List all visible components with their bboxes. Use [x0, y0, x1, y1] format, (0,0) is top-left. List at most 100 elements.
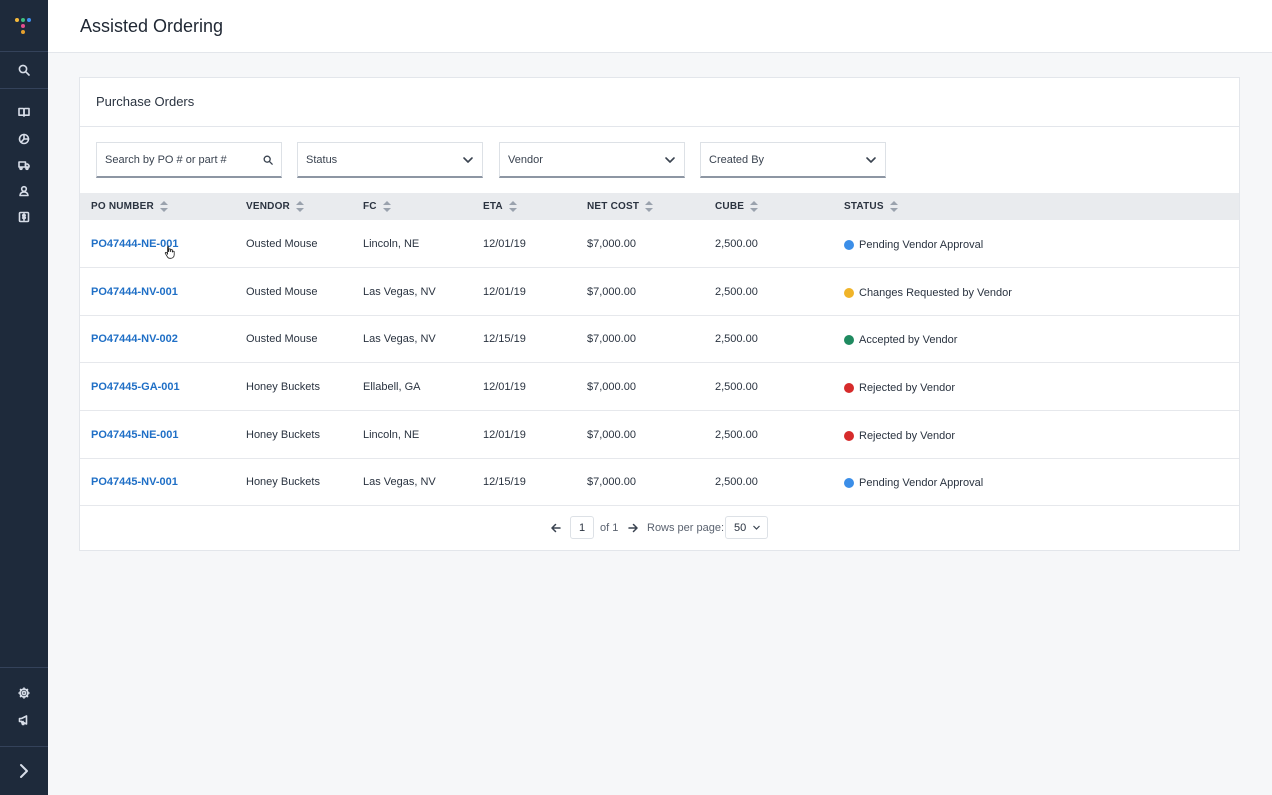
table-row[interactable]: PO47444-NV-001 Ousted Mouse Las Vegas, N… — [80, 268, 1239, 316]
status-cell: Pending Vendor Approval — [844, 221, 983, 268]
table-row[interactable]: PO47445-NE-001 Honey Buckets Lincoln, NE… — [80, 411, 1239, 459]
status-label: Rejected by Vendor — [859, 429, 956, 442]
created-by-filter-label: Created By — [709, 153, 765, 166]
status-cell: Accepted by Vendor — [844, 316, 957, 363]
logo-dot — [21, 29, 25, 34]
column-header-label: CUBE — [715, 201, 745, 212]
rows-per-page-value: 50 — [734, 521, 747, 534]
status-cell: Rejected by Vendor — [844, 364, 955, 411]
app-logo[interactable] — [0, 0, 48, 52]
column-header-label: PO NUMBER — [91, 201, 154, 212]
logo-dot — [15, 17, 19, 22]
logo-icon — [15, 17, 33, 35]
sort-icon — [889, 201, 898, 212]
status-label: Pending Vendor Approval — [859, 238, 984, 251]
sidebar-divider — [0, 746, 48, 747]
sort-icon — [645, 201, 654, 212]
sidebar-item-analytics[interactable] — [0, 126, 48, 152]
column-header-label: NET COST — [587, 201, 640, 212]
gear-icon — [18, 687, 30, 699]
logo-dot — [21, 23, 25, 28]
top-bar: Assisted Ordering — [48, 0, 1272, 53]
eta-cell: 12/01/19 — [483, 285, 526, 298]
vendor-filter-select[interactable]: Vendor — [499, 142, 685, 178]
chevron-right-icon — [20, 764, 28, 778]
po-number-link[interactable]: PO47444-NV-002 — [91, 333, 178, 345]
sidebar-item-catalog[interactable] — [0, 99, 48, 125]
rows-per-page-label: Rows per page: — [647, 522, 725, 534]
purchase-orders-card: Purchase Orders Status Vendor Created By… — [79, 77, 1240, 551]
net-cost-cell: $7,000.00 — [587, 475, 636, 488]
search-field[interactable] — [96, 142, 282, 178]
vendor-cell: Honey Buckets — [246, 428, 320, 441]
cube-cell: 2,500.00 — [715, 428, 758, 441]
column-header-fc[interactable]: FC — [363, 193, 391, 220]
table-row[interactable]: PO47445-NV-001 Honey Buckets Las Vegas, … — [80, 458, 1239, 506]
cube-cell: 2,500.00 — [715, 332, 758, 345]
status-filter-select[interactable]: Status — [297, 142, 483, 178]
table-row[interactable]: PO47445-GA-001 Honey Buckets Ellabell, G… — [80, 363, 1239, 411]
column-header-label: VENDOR — [246, 201, 290, 212]
page-count-text: of 1 — [600, 522, 619, 534]
status-cell: Rejected by Vendor — [844, 412, 955, 459]
table-row[interactable]: PO47444-NE-001 Ousted Mouse Lincoln, NE … — [80, 220, 1239, 268]
vendor-cell: Ousted Mouse — [246, 285, 318, 298]
sidebar-item-users[interactable] — [0, 178, 48, 204]
eta-cell: 12/01/19 — [483, 380, 526, 393]
sidebar-expand-button[interactable] — [0, 758, 48, 784]
page-number-input[interactable] — [570, 516, 594, 539]
search-input[interactable] — [105, 153, 263, 166]
card-divider — [80, 126, 1239, 127]
column-header-vendor[interactable]: VENDOR — [246, 193, 304, 220]
search-icon — [18, 64, 30, 76]
column-header-cube[interactable]: CUBE — [715, 193, 759, 220]
sidebar-divider — [0, 88, 48, 89]
fc-cell: Lincoln, NE — [363, 237, 420, 250]
next-page-button[interactable] — [626, 521, 640, 535]
column-header-status[interactable]: STATUS — [844, 193, 898, 220]
created-by-filter-select[interactable]: Created By — [700, 142, 886, 178]
status-label: Rejected by Vendor — [859, 381, 956, 394]
status-dot — [844, 477, 854, 488]
sidebar-item-shipments[interactable] — [0, 152, 48, 178]
fc-cell: Las Vegas, NV — [363, 475, 436, 488]
column-header-net-cost[interactable]: NET COST — [587, 193, 654, 220]
chevron-down-icon — [665, 156, 675, 163]
sidebar-item-settings[interactable] — [0, 680, 48, 706]
column-header-eta[interactable]: ETA — [483, 193, 517, 220]
sidebar-search-button[interactable] — [0, 57, 48, 83]
sort-icon — [750, 201, 759, 212]
card-title: Purchase Orders — [96, 94, 195, 109]
vendor-cell: Honey Buckets — [246, 475, 320, 488]
chevron-down-icon — [463, 156, 473, 163]
chevron-down-icon — [753, 525, 761, 530]
arrow-right-icon — [628, 523, 638, 533]
rows-per-page-select[interactable]: 50 — [725, 516, 768, 539]
po-number-link[interactable]: PO47445-NV-001 — [91, 476, 178, 488]
net-cost-cell: $7,000.00 — [587, 428, 636, 441]
previous-page-button[interactable] — [549, 521, 563, 535]
po-number-link[interactable]: PO47445-NE-001 — [91, 429, 178, 441]
status-dot — [844, 334, 854, 345]
sidebar-item-announcements[interactable] — [0, 707, 48, 733]
table-row[interactable]: PO47444-NV-002 Ousted Mouse Las Vegas, N… — [80, 315, 1239, 363]
status-label: Accepted by Vendor — [859, 333, 958, 346]
sidebar — [0, 0, 48, 795]
eta-cell: 12/01/19 — [483, 237, 526, 250]
column-header-label: ETA — [483, 201, 503, 212]
status-cell: Changes Requested by Vendor — [844, 269, 1012, 316]
sort-icon — [159, 201, 168, 212]
sidebar-item-billing[interactable] — [0, 204, 48, 230]
po-number-link[interactable]: PO47445-GA-001 — [91, 381, 180, 393]
po-number-link[interactable]: PO47444-NV-001 — [91, 286, 178, 298]
column-header-po-number[interactable]: PO NUMBER — [91, 193, 168, 220]
book-icon — [18, 107, 30, 117]
net-cost-cell: $7,000.00 — [587, 380, 636, 393]
truck-icon — [18, 161, 30, 171]
vendor-cell: Ousted Mouse — [246, 332, 318, 345]
sort-icon — [382, 201, 391, 212]
net-cost-cell: $7,000.00 — [587, 237, 636, 250]
fc-cell: Lincoln, NE — [363, 428, 420, 441]
column-header-label: FC — [363, 201, 377, 212]
net-cost-cell: $7,000.00 — [587, 332, 636, 345]
